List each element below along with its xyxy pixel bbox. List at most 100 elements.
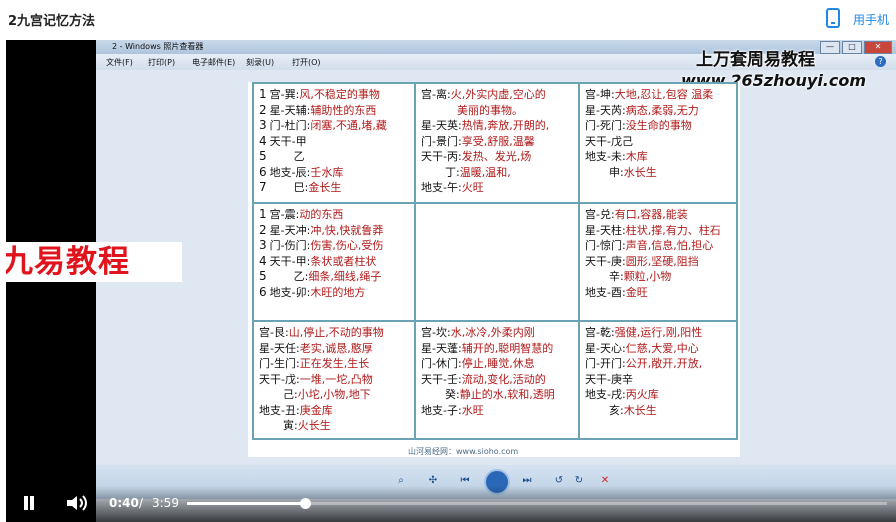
line-value: 强健,运行,刚,阳性 bbox=[614, 326, 703, 339]
palace-line: 宫-坤:大地,忍让,包容 温柔 bbox=[585, 88, 714, 101]
menu-print[interactable]: 打印(P) bbox=[148, 57, 175, 68]
line-value: 山,停止,不动的事物 bbox=[288, 326, 384, 339]
window-controls: — □ ✕ bbox=[820, 41, 892, 54]
palace-zhong bbox=[414, 202, 580, 322]
palace-line: 5乙 bbox=[259, 149, 305, 164]
line-value: 小坨,小物,地下 bbox=[297, 388, 371, 401]
video-player[interactable]: 2 - Windows 照片查看器 — □ ✕ 文件(F) 打印(P) 电子邮件… bbox=[6, 40, 896, 522]
palace-line: 星-天芮:病态,柔弱,无力 bbox=[585, 103, 699, 117]
time-total: 3:59 bbox=[152, 496, 179, 510]
help-icon[interactable]: ? bbox=[875, 56, 886, 67]
line-key: 星-天芮 bbox=[585, 103, 622, 117]
line-value: 流动,变化,活动的 bbox=[461, 372, 546, 386]
palace-line: 3 门-伤门:伤害,伤心,受伤 bbox=[259, 238, 384, 253]
line-value: 风,不稳定的事物 bbox=[299, 88, 380, 101]
line-value: 颗粒,小物 bbox=[623, 270, 672, 283]
line-key: 辛 bbox=[609, 270, 620, 283]
palace-line: 地支-子:水旺 bbox=[421, 403, 484, 417]
line-key: 门-伤门 bbox=[269, 239, 307, 252]
line-value: 水长生 bbox=[623, 165, 657, 179]
line-number: 3 bbox=[259, 118, 267, 132]
close-button[interactable]: ✕ bbox=[864, 41, 892, 54]
line-number: 4 bbox=[259, 253, 267, 268]
palace-line: 地支-戌:丙火库 bbox=[585, 388, 659, 401]
palace-line: 亥:木长生 bbox=[609, 403, 657, 417]
menu-email[interactable]: 电子邮件(E) bbox=[192, 57, 235, 68]
line-key: 门-景门 bbox=[421, 134, 458, 148]
line-number: 3 bbox=[259, 238, 267, 252]
line-key: 地支-午 bbox=[421, 181, 458, 194]
line-key: 宫-坎 bbox=[421, 326, 447, 339]
line-value: 火长生 bbox=[297, 419, 331, 432]
maximize-button[interactable]: □ bbox=[842, 41, 862, 54]
watermark-title: 上万套周易教程 bbox=[696, 50, 815, 70]
line-value: 仁慈,大爱,中心 bbox=[625, 341, 699, 355]
palace-gen: 宫-艮:山,停止,不动的事物 星-天任:老实,诚恳,憨厚 门-生门:正在发生,生长天… bbox=[252, 320, 416, 440]
menu-open[interactable]: 打开(O) bbox=[292, 57, 321, 68]
line-number: 5 bbox=[259, 149, 267, 163]
line-value: 温暖,温和, bbox=[459, 165, 511, 179]
palace-line: 门-开门:公开,敞开,开放, bbox=[585, 357, 703, 370]
line-key: 地支-子 bbox=[421, 403, 458, 417]
line-number: 7 bbox=[259, 180, 267, 194]
line-value: 火旺 bbox=[461, 181, 484, 194]
line-value: 金长生 bbox=[308, 181, 342, 194]
line-number: 6 bbox=[259, 164, 267, 179]
palace-line: 天干-丙:发热、发光,炀 bbox=[421, 150, 532, 163]
line-number: 2 bbox=[259, 102, 267, 117]
palace-line: 星-天柱:柱状,撑,有力、柱石 bbox=[585, 223, 721, 237]
photo-viewer-window: 2 - Windows 照片查看器 — □ ✕ 文件(F) 打印(P) 电子邮件… bbox=[96, 40, 896, 522]
palace-line: 星-天蓬:辅开的,聪明智慧的 bbox=[421, 341, 554, 355]
line-key: 宫-乾 bbox=[585, 326, 611, 339]
line-key: 星-天辅 bbox=[269, 103, 307, 117]
palace-line: 宫-离:火,外实内虚,空心的 bbox=[421, 88, 546, 101]
line-value: 木库 bbox=[625, 150, 648, 163]
palace-line: 宫-兑:有口,容器,能装 bbox=[585, 208, 688, 221]
menu-burn[interactable]: 刻录(U) bbox=[246, 57, 274, 68]
viewer-window-title: 2 - Windows 照片查看器 bbox=[112, 42, 204, 51]
line-key: 门-开门 bbox=[585, 357, 622, 370]
line-value: 老实,诚恳,憨厚 bbox=[299, 341, 373, 355]
line-value: 大地,忍让,包容 温柔 bbox=[614, 88, 714, 101]
line-key: 宫-离 bbox=[421, 88, 447, 101]
line-key: 地支-戌 bbox=[585, 388, 622, 401]
phone-icon[interactable] bbox=[826, 8, 840, 28]
line-key: 天干-庚 bbox=[585, 254, 622, 268]
time-separator: / bbox=[139, 496, 144, 510]
palace-kan: 宫-坎:水,冰冷,外柔内刚星-天蓬:辅开的,聪明智慧的 门-休门:停止,睡觉,休息… bbox=[414, 320, 580, 440]
palace-qian: 宫-乾:强健,运行,刚,阳性 星-天心:仁慈,大爱,中心 门-开门:公开,敞开,开放… bbox=[578, 320, 738, 440]
minimize-button[interactable]: — bbox=[820, 41, 840, 54]
line-number: 1 bbox=[259, 87, 267, 101]
palace-li: 宫-离:火,外实内虚,空心的 美丽的事物。 星-天英:热情,奔放,开朗的, 门-景门:… bbox=[414, 82, 580, 204]
palace-line: 宫-坎:水,冰冷,外柔内刚 bbox=[421, 326, 535, 339]
line-key: 申 bbox=[609, 165, 620, 179]
line-value: 柱状,撑,有力、柱石 bbox=[625, 223, 721, 237]
palace-line: 7 巳:金长生 bbox=[259, 180, 342, 195]
use-phone-link[interactable]: 用手机 bbox=[853, 11, 889, 28]
pause-button[interactable] bbox=[22, 496, 36, 510]
palace-zhen: 1 宫-震:动的东西 2 星-天冲:冲,快,快就鲁莽 3 门-伤门:伤害,伤心,受伤 4 天干… bbox=[252, 202, 416, 322]
line-key: 天干-壬 bbox=[421, 372, 458, 386]
progress-bar[interactable] bbox=[187, 498, 887, 509]
palace-line: 6 地支-卯:木旺的地方 bbox=[259, 284, 366, 299]
progress-fill bbox=[187, 502, 305, 505]
palace-line: 宫-乾:强健,运行,刚,阳性 bbox=[585, 326, 703, 339]
line-value: 有口,容器,能装 bbox=[614, 208, 688, 221]
progress-handle[interactable] bbox=[300, 498, 311, 509]
line-number: 5 bbox=[259, 269, 267, 283]
line-key: 门-惊门 bbox=[585, 239, 622, 252]
palace-line: 门-休门:停止,睡觉,休息 bbox=[421, 357, 535, 370]
palace-line: 天干-庚:圆形,坚硬,阻挡 bbox=[585, 254, 699, 268]
line-value: 病态,柔弱,无力 bbox=[625, 103, 699, 117]
player-controls: 0:40 / 3:59 bbox=[6, 486, 896, 522]
volume-icon[interactable] bbox=[66, 495, 90, 511]
line-value: 冲,快,快就鲁莽 bbox=[310, 223, 384, 237]
line-value: 金旺 bbox=[625, 285, 648, 299]
line-key: 宫-兑 bbox=[585, 208, 611, 221]
line-key: 星-天柱 bbox=[585, 223, 622, 237]
line-key: 亥 bbox=[609, 403, 620, 417]
line-key: 星-天任 bbox=[259, 341, 296, 355]
menu-file[interactable]: 文件(F) bbox=[106, 57, 133, 68]
palace-line: 地支-酉:金旺 bbox=[585, 285, 648, 299]
line-key: 星-天蓬 bbox=[421, 341, 458, 355]
